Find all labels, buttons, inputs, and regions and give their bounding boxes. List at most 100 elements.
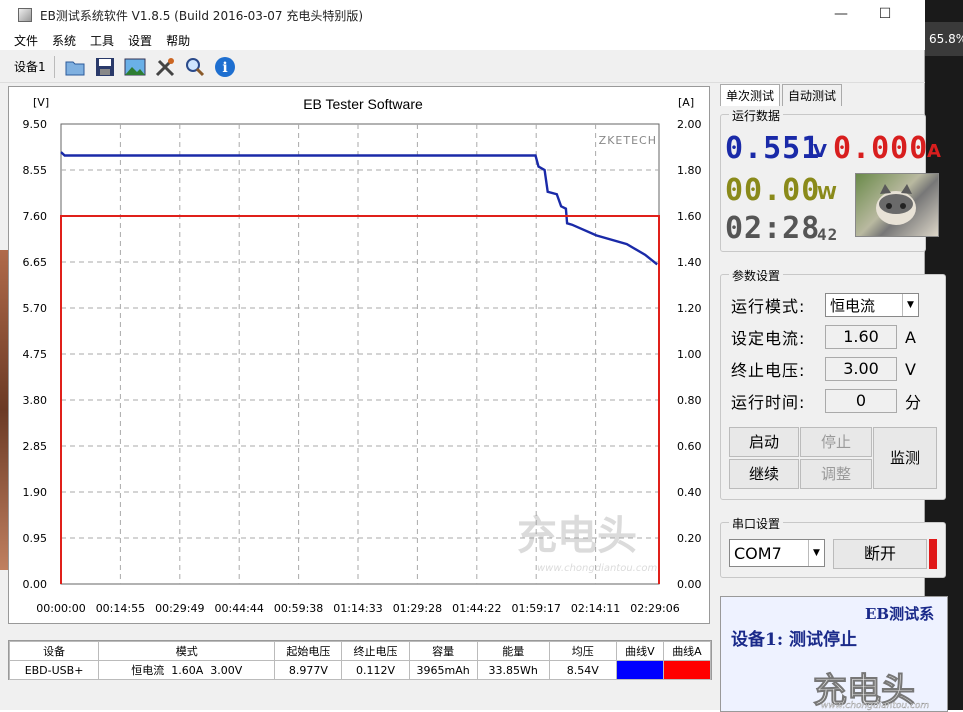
stop-button[interactable]: 停止 bbox=[800, 427, 872, 457]
tools-icon[interactable] bbox=[153, 55, 177, 79]
chevron-down-icon[interactable]: ▼ bbox=[808, 540, 824, 566]
table-header: 设备 bbox=[8, 641, 100, 661]
stop-voltage-label: 终止电压: bbox=[731, 361, 806, 380]
start-button[interactable]: 启动 bbox=[729, 427, 799, 457]
mode-select-value: 恒电流 bbox=[830, 296, 876, 315]
x-tick-label: 02:14:11 bbox=[571, 602, 620, 615]
watermark-url: www.chongdiantou.com bbox=[537, 563, 657, 574]
maximize-button[interactable]: ☐ bbox=[862, 0, 908, 30]
table-cell: EBD-USB+ bbox=[8, 660, 100, 680]
window-title: EB测试系统软件 V1.8.5 (Build 2016-03-07 充电头特别版… bbox=[40, 8, 364, 23]
y-right-tick-label: 1.80 bbox=[677, 164, 702, 177]
current-row: 设定电流: 1.60 A bbox=[731, 325, 916, 349]
x-tick-label: 00:44:44 bbox=[214, 602, 263, 615]
table-cell: 3965mAh bbox=[408, 660, 478, 680]
menu-tools[interactable]: 工具 bbox=[90, 32, 114, 49]
table-row[interactable]: EBD-USB+ 恒电流 1.60A 3.00V 8.977V 0.112V 3… bbox=[8, 660, 712, 680]
table-cell: 0.112V bbox=[341, 660, 410, 680]
left-unit-label: [V] bbox=[33, 96, 49, 109]
x-tick-label: 01:14:33 bbox=[333, 602, 382, 615]
menu-system[interactable]: 系统 bbox=[52, 32, 76, 49]
current-input[interactable]: 1.60 bbox=[825, 325, 897, 349]
run-time-unit: 分 bbox=[905, 393, 922, 412]
table-cell: 恒电流 1.60A 3.00V bbox=[98, 660, 276, 680]
chart-title: EB Tester Software bbox=[303, 96, 423, 112]
chart-logo-watermark: 充电头 www.chongdiantou.com bbox=[517, 513, 657, 574]
summary-table: 设备 模式 起始电压 终止电压 容量 能量 均压 曲线V 曲线A EBD-USB… bbox=[8, 640, 712, 680]
disconnect-button[interactable]: 断开 bbox=[833, 539, 927, 569]
table-header: 终止电压 bbox=[341, 641, 410, 661]
serial-label: 串口设置 bbox=[729, 515, 784, 532]
y-left-tick-label: 4.75 bbox=[23, 348, 48, 361]
status-title: EB测试系 bbox=[865, 605, 935, 623]
y-left-tick-label: 3.80 bbox=[23, 394, 48, 407]
adjust-button[interactable]: 调整 bbox=[800, 459, 872, 489]
minimize-button[interactable]: — bbox=[818, 0, 864, 30]
y-left-tick-label: 5.70 bbox=[23, 302, 48, 315]
y-left-tick-label: 0.95 bbox=[23, 532, 48, 545]
monitor-button[interactable]: 监测 bbox=[873, 427, 937, 489]
table-header: 均压 bbox=[548, 641, 617, 661]
table-cell: 8.54V bbox=[548, 660, 617, 680]
right-unit-label: [A] bbox=[678, 96, 694, 109]
y-right-tick-label: 0.40 bbox=[677, 486, 702, 499]
stop-voltage-unit: V bbox=[905, 359, 916, 379]
elapsed-time-readout: 02:28 bbox=[725, 211, 821, 246]
image-icon[interactable] bbox=[123, 55, 147, 79]
mode-select[interactable]: 恒电流 ▼ bbox=[825, 293, 919, 317]
control-panel: 单次测试 自动测试 运行数据 0.551 V 0.000 A 00.00 W 0… bbox=[716, 84, 948, 712]
table-header-row: 设备 模式 起始电压 终止电压 容量 能量 均压 曲线V 曲线A bbox=[8, 641, 712, 661]
save-icon[interactable] bbox=[93, 55, 117, 79]
table-header: 曲线A bbox=[662, 641, 712, 661]
y-left-tick-label: 6.65 bbox=[23, 256, 48, 269]
mode-row: 运行模式: 恒电流 ▼ bbox=[731, 293, 919, 317]
tab-single-test[interactable]: 单次测试 bbox=[720, 84, 781, 106]
x-tick-label: 01:29:28 bbox=[393, 602, 442, 615]
x-tick-label: 01:59:17 bbox=[511, 602, 560, 615]
folder-icon[interactable] bbox=[63, 55, 87, 79]
chart-watermark: ZKETECH bbox=[599, 134, 657, 147]
com-port-select[interactable]: COM7 ▼ bbox=[729, 539, 825, 567]
y-right-tick-label: 0.20 bbox=[677, 532, 702, 545]
run-time-input[interactable]: 0 bbox=[825, 389, 897, 413]
search-icon[interactable] bbox=[183, 55, 207, 79]
status-message: 设备1: 测试停止 bbox=[731, 630, 858, 650]
status-box: EB测试系 设备1: 测试停止 充电头 www.chongdiantou.com bbox=[720, 596, 948, 712]
run-data-label: 运行数据 bbox=[729, 107, 784, 124]
menu-file[interactable]: 文件 bbox=[14, 32, 38, 49]
com-port-value: COM7 bbox=[734, 543, 782, 563]
y-left-tick-label: 2.85 bbox=[23, 440, 48, 453]
power-readout: 00.00 bbox=[725, 173, 821, 208]
continue-button[interactable]: 继续 bbox=[729, 459, 799, 489]
background-photo-edge bbox=[0, 250, 8, 570]
x-tick-label: 00:29:49 bbox=[155, 602, 204, 615]
table-header: 容量 bbox=[408, 641, 478, 661]
params-group: 参数设置 运行模式: 恒电流 ▼ 设定电流: 1.60 A 终止电压: 3.00… bbox=[720, 267, 946, 500]
x-tick-label: 00:00:00 bbox=[36, 602, 85, 615]
current-unit: A bbox=[927, 141, 941, 162]
table-header: 起始电压 bbox=[274, 641, 343, 661]
x-tick-label: 00:14:55 bbox=[96, 602, 145, 615]
menu-settings[interactable]: 设置 bbox=[128, 32, 152, 49]
table-header: 能量 bbox=[476, 641, 550, 661]
current-readout: 0.000 bbox=[833, 131, 929, 166]
table-cell: 33.85Wh bbox=[476, 660, 550, 680]
chart-panel: EB Tester Software [V] [A] 9.50 2.00 8.55 1… bbox=[8, 86, 710, 624]
tab-auto-test[interactable]: 自动测试 bbox=[782, 84, 843, 106]
stop-voltage-input[interactable]: 3.00 bbox=[825, 357, 897, 381]
y-right-tick-label: 1.40 bbox=[677, 256, 702, 269]
device-label: 设备1 bbox=[14, 60, 46, 74]
y-right-tick-label: 0.00 bbox=[677, 578, 702, 591]
y-left-tick-label: 1.90 bbox=[23, 486, 48, 499]
power-unit: W bbox=[817, 183, 837, 204]
connection-status-indicator bbox=[929, 539, 937, 569]
run-time-row: 运行时间: 0 分 bbox=[731, 389, 921, 413]
app-icon bbox=[18, 8, 32, 22]
title-bar: EB测试系统软件 V1.8.5 (Build 2016-03-07 充电头特别版… bbox=[0, 0, 925, 30]
current-set-label: 设定电流: bbox=[731, 329, 806, 348]
chevron-down-icon[interactable]: ▼ bbox=[902, 294, 918, 316]
y-right-tick-label: 1.20 bbox=[677, 302, 702, 315]
voltage-unit: V bbox=[813, 141, 827, 162]
info-icon[interactable]: i bbox=[213, 55, 237, 79]
menu-help[interactable]: 帮助 bbox=[166, 32, 190, 49]
